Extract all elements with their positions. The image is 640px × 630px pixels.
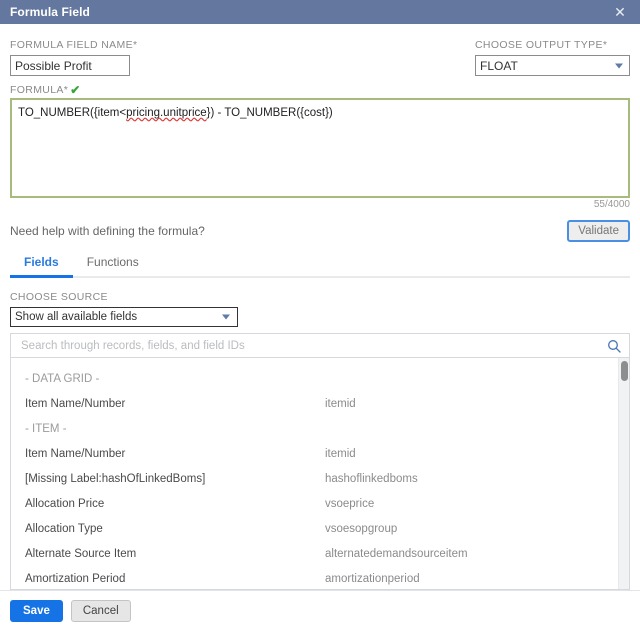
field-list-row-id: vsoeprice [325, 497, 375, 510]
formula-field-name-input[interactable] [10, 55, 130, 76]
field-list-row-name: Allocation Price [25, 497, 105, 510]
dialog-title-bar: Formula Field ✕ [0, 0, 640, 24]
close-icon[interactable]: ✕ [612, 4, 628, 20]
field-list-row-name: Alternate Source Item [25, 547, 137, 560]
field-list-row-name: [Missing Label:hashOfLinkedBoms] [25, 472, 206, 485]
choose-source-value: Show all available fields [15, 311, 138, 323]
formula-label: FORMULA* [10, 84, 69, 96]
chevron-down-icon [222, 314, 230, 320]
help-row: Need help with defining the formula? Val… [10, 219, 630, 243]
formula-label-group: FORMULA* ✔ [10, 84, 630, 96]
formula-text-suffix: }) - TO_NUMBER({cost}) [206, 107, 333, 119]
formula-text-prefix: TO_NUMBER({item< [18, 107, 127, 119]
field-list-row-name: - DATA GRID - [25, 372, 100, 385]
formula-textarea[interactable]: TO_NUMBER({item<pricing.unitprice}) - TO… [10, 98, 630, 198]
field-list-row-id: vsoesopgroup [325, 522, 398, 535]
field-list-row-id: itemid [325, 447, 356, 460]
field-list-row[interactable]: Allocation Type vsoesopgroup [11, 516, 629, 541]
formula-field-dialog: Formula Field ✕ FORMULA FIELD NAME* CHOO… [0, 0, 640, 630]
tab-functions[interactable]: Functions [73, 255, 153, 276]
chevron-down-icon [615, 63, 623, 68]
formula-valid-check-icon: ✔ [70, 83, 81, 97]
validate-button[interactable]: Validate [567, 220, 630, 242]
field-list-row[interactable]: Item Name/Number itemid [11, 441, 629, 466]
field-list-row[interactable]: Allocation Price vsoeprice [11, 491, 629, 516]
character-counter: 55/4000 [593, 199, 630, 210]
choose-source-select[interactable]: Show all available fields [10, 307, 238, 327]
field-list-row[interactable]: Item Name/Number itemid [11, 391, 629, 416]
field-list-scrollbar[interactable] [618, 358, 629, 589]
field-list-row[interactable]: [Missing Label:hashOfLinkedBoms] hashofli… [11, 466, 629, 491]
output-type-value: FLOAT [480, 58, 518, 73]
field-list-group-header: - DATA GRID - [11, 366, 629, 391]
field-list-row[interactable]: Amortization Period amortizationperiod [11, 566, 629, 589]
dialog-title: Formula Field [10, 5, 90, 19]
field-list-row-id: hashoflinkedboms [325, 472, 418, 485]
search-icon[interactable] [607, 339, 621, 353]
search-bar [10, 333, 630, 358]
field-list-row[interactable]: Alternate Source Item alternatedemandsour… [11, 541, 629, 566]
choose-source-label: CHOOSE SOURCE [10, 291, 108, 303]
field-list: - DATA GRID - Item Name/Number itemid - ITE… [10, 358, 630, 590]
cancel-button[interactable]: Cancel [70, 600, 131, 622]
save-button[interactable]: Save [10, 600, 63, 622]
tab-fields[interactable]: Fields [10, 255, 73, 278]
field-list-row-id: amortizationperiod [325, 572, 420, 585]
formula-field-name-label: FORMULA FIELD NAME* [10, 39, 138, 51]
field-list-row-name: - ITEM - [25, 422, 67, 435]
field-list-row-name: Item Name/Number [25, 447, 126, 460]
help-text: Need help with defining the formula? [10, 224, 205, 238]
formula-text-spellchecked: pricing.unitprice [126, 107, 207, 119]
output-type-select[interactable]: FLOAT [475, 55, 630, 76]
field-list-row-name: Item Name/Number [25, 397, 126, 410]
formula-field-name-group: FORMULA FIELD NAME* [10, 35, 475, 76]
top-fields-row: FORMULA FIELD NAME* CHOOSE OUTPUT TYPE* … [10, 26, 630, 76]
choose-output-type-label: CHOOSE OUTPUT TYPE* [475, 39, 608, 51]
field-list-group-header: - ITEM - [11, 416, 629, 441]
field-list-rows: - DATA GRID - Item Name/Number itemid - ITE… [11, 358, 629, 589]
output-type-group: CHOOSE OUTPUT TYPE* FLOAT [475, 35, 630, 76]
field-list-row-name: Amortization Period [25, 572, 126, 585]
search-input[interactable] [19, 338, 607, 353]
field-list-scrollbar-thumb[interactable] [621, 361, 628, 381]
tab-bar: Fields Functions [10, 255, 630, 278]
dialog-body: FORMULA FIELD NAME* CHOOSE OUTPUT TYPE* … [0, 26, 640, 590]
field-list-row-id: itemid [325, 397, 356, 410]
dialog-footer: Save Cancel [0, 590, 640, 630]
field-list-row-id: alternatedemandsourceitem [325, 547, 468, 560]
field-list-row-name: Allocation Type [25, 522, 103, 535]
